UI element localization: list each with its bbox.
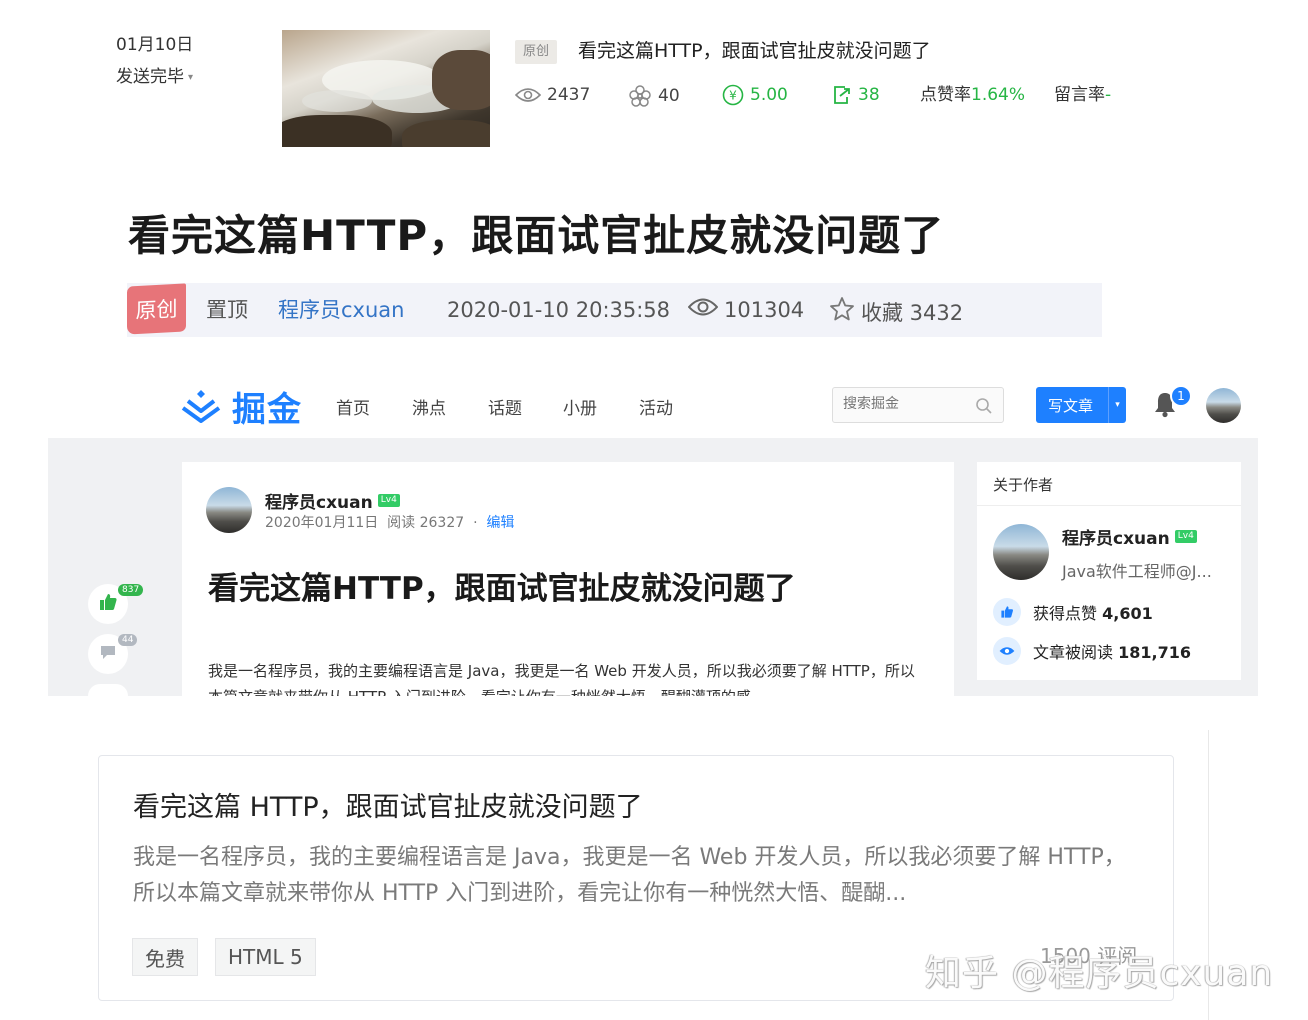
flower-icon	[628, 84, 652, 108]
article-thumbnail[interactable]	[282, 30, 490, 147]
send-status-label: 发送完毕	[116, 67, 184, 87]
article-meta: 2020年01月11日 阅读 26327 · 编辑	[265, 512, 514, 532]
original-tag: 原创	[515, 40, 558, 64]
author-name: 程序员cxuan	[278, 298, 405, 322]
articles-read-label: 文章被阅读	[1033, 643, 1114, 662]
author-link[interactable]: 程序员cxuan	[278, 296, 404, 324]
about-author-heading: 关于作者	[993, 476, 1054, 494]
tag-html5[interactable]: HTML 5	[215, 938, 316, 976]
article-body: 我是一名程序员，我的主要编程语言是 Java，我更是一名 Web 开发人员，所以…	[208, 662, 915, 696]
notification-badge: 1	[1170, 385, 1192, 407]
nav-booklets[interactable]: 小册	[563, 394, 597, 419]
search-input[interactable]	[843, 395, 973, 411]
publish-date: 01月10日	[116, 35, 194, 55]
eye-icon	[993, 637, 1021, 665]
about-author-name[interactable]: 程序员cxuan	[1062, 524, 1170, 549]
author-name-row: 程序员cxuan Lv4	[265, 488, 400, 513]
comment-rate-stat: 留言率 -	[1054, 84, 1111, 106]
write-article-label: 写文章	[1048, 396, 1094, 415]
thumbs-up-icon	[98, 592, 118, 616]
like-rate-label: 点赞率	[920, 85, 971, 105]
level-badge: Lv4	[1174, 530, 1197, 543]
views-stat: 2437	[515, 84, 590, 106]
booklet-title[interactable]: 看完这篇 HTTP，跟面试官扯皮就没问题了	[133, 785, 643, 824]
booklet-description: 我是一名程序员，我的主要编程语言是 Java，我更是一名 Web 开发人员，所以…	[133, 845, 1126, 906]
likes-received-value: 4,601	[1102, 604, 1153, 623]
send-status-dropdown[interactable]: 发送完毕 ▾	[116, 62, 193, 87]
yuan-icon: ¥	[722, 84, 744, 106]
likes-received-label: 获得点赞	[1033, 604, 1098, 623]
svg-text:¥: ¥	[729, 89, 737, 103]
page-title: 看完这篇HTTP，跟面试官扯皮就没问题了	[128, 211, 945, 260]
article-title-link[interactable]: 看完这篇HTTP，跟面试官扯皮就没问题了	[578, 38, 931, 64]
favorite-label: 收藏 3432	[861, 300, 964, 325]
articles-read-row: 文章被阅读 181,716	[993, 637, 1191, 665]
about-author-name-row: 程序员cxuan Lv4	[1062, 524, 1197, 549]
about-author-title: Java软件工程师@J...	[1062, 562, 1212, 581]
user-avatar[interactable]	[1206, 388, 1241, 423]
meta-separator: ·	[473, 515, 478, 531]
write-article-button[interactable]: 写文章 ▾	[1036, 387, 1126, 423]
reward-amount: 5.00	[750, 85, 788, 105]
share-button[interactable]	[88, 684, 128, 696]
author-avatar[interactable]	[206, 487, 252, 533]
nav-topics[interactable]: 话题	[488, 394, 522, 419]
search-box	[832, 387, 1004, 423]
thumbs-up-icon	[993, 598, 1021, 626]
pinned-text: 置顶	[206, 298, 248, 322]
star-icon	[829, 296, 855, 329]
likes-received-row: 获得点赞 4,601	[993, 598, 1153, 626]
edit-link[interactable]: 编辑	[486, 515, 514, 531]
publish-datetime: 2020-01-10 20:35:58	[447, 296, 670, 324]
tag-free[interactable]: 免费	[132, 938, 198, 976]
comment-rate-value: -	[1105, 85, 1112, 105]
article-reads: 阅读 26327	[387, 515, 465, 531]
shares-count: 38	[858, 85, 880, 105]
nav-events[interactable]: 活动	[639, 394, 673, 419]
juejin-logo-icon	[180, 387, 222, 427]
original-badge-label: 原创	[135, 296, 178, 324]
comment-count-badge: 44	[118, 634, 138, 646]
chevron-down-icon[interactable]: ▾	[1108, 387, 1126, 423]
shares-stat: 38	[832, 84, 880, 106]
chevron-down-icon: ▾	[188, 71, 194, 83]
view-count-value: 101304	[724, 298, 805, 322]
nav-pins[interactable]: 沸点	[412, 394, 446, 419]
favorite-button[interactable]: 收藏 3432	[829, 296, 963, 329]
share-icon	[832, 84, 852, 106]
original-badge: 原创	[127, 283, 186, 335]
eye-icon	[515, 87, 541, 103]
about-author-avatar[interactable]	[993, 524, 1049, 580]
likes-stat: 40	[628, 84, 680, 108]
zhihu-watermark: 知乎 @程序员cxuan	[925, 953, 1274, 994]
level-badge: Lv4	[377, 494, 400, 507]
like-count-badge: 837	[118, 584, 144, 596]
view-count: 101304	[687, 296, 805, 324]
like-rate-value: 1.64%	[971, 85, 1026, 105]
datetime-text: 2020-01-10 20:35:58	[447, 298, 671, 322]
articles-read-value: 181,716	[1118, 643, 1191, 662]
comment-icon	[99, 643, 117, 665]
likes-count: 40	[658, 86, 680, 106]
pinned-label: 置顶	[206, 296, 248, 324]
author-name[interactable]: 程序员cxuan	[265, 488, 373, 513]
comment-rate-label: 留言率	[1054, 85, 1105, 105]
juejin-logo[interactable]: 掘金	[180, 382, 302, 431]
reward-stat: ¥ 5.00	[722, 84, 788, 106]
views-count: 2437	[547, 85, 591, 105]
juejin-logo-text: 掘金	[232, 390, 302, 430]
eye-icon	[687, 296, 719, 324]
article-title: 看完这篇HTTP，跟面试官扯皮就没问题了	[208, 571, 796, 607]
article-date: 2020年01月11日	[265, 515, 379, 531]
search-icon[interactable]	[975, 397, 993, 419]
nav-home[interactable]: 首页	[336, 394, 370, 419]
like-rate-stat: 点赞率 1.64%	[920, 84, 1025, 106]
